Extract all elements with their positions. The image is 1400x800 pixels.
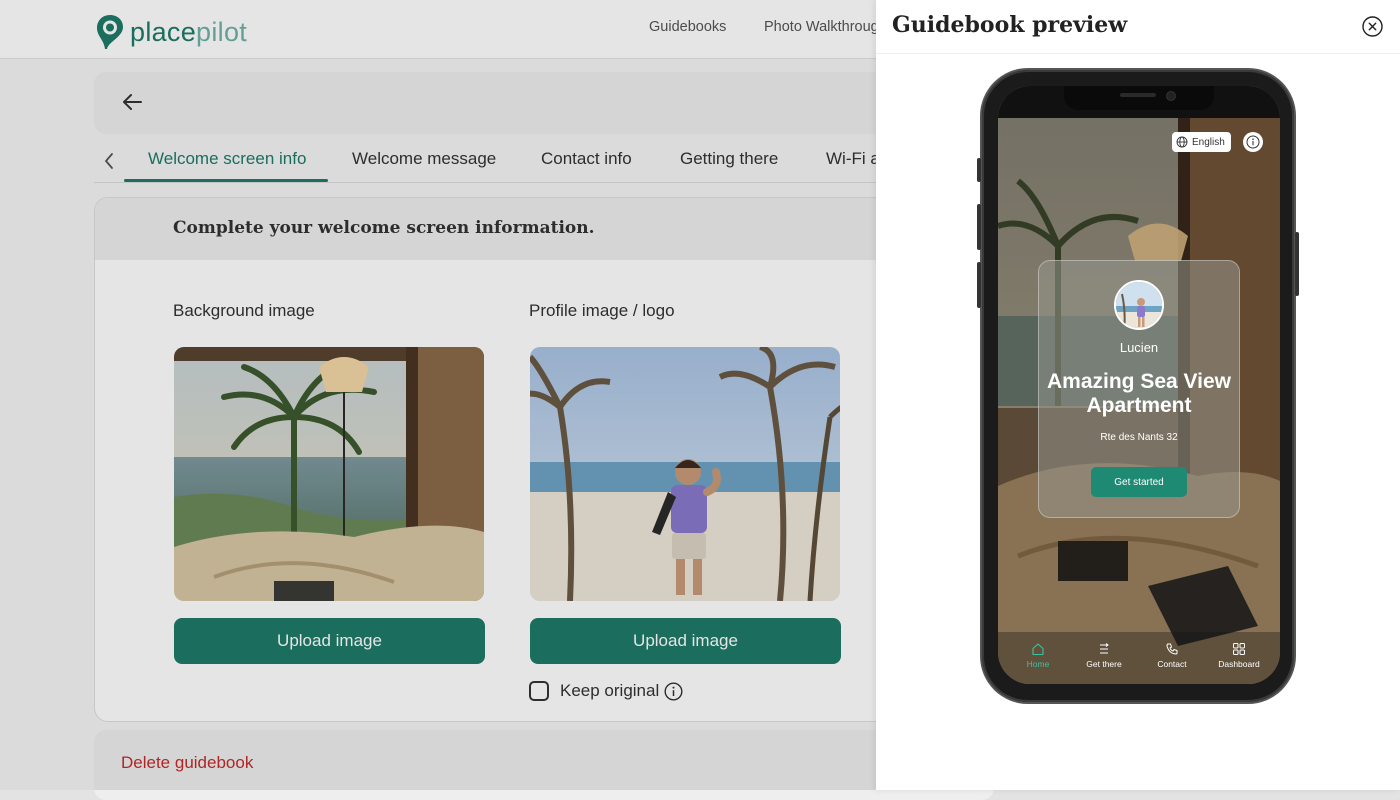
host-avatar-image bbox=[1116, 282, 1162, 328]
modal-backdrop[interactable] bbox=[0, 0, 876, 790]
language-label: English bbox=[1192, 136, 1225, 148]
phone-volume-down bbox=[977, 262, 981, 308]
nav-dashboard-label: Dashboard bbox=[1218, 659, 1260, 669]
speaker-grille bbox=[1120, 93, 1156, 97]
phone-mute-switch bbox=[977, 158, 981, 182]
nav-home[interactable]: Home bbox=[1008, 642, 1068, 669]
host-avatar bbox=[1114, 280, 1164, 330]
globe-icon bbox=[1176, 136, 1188, 148]
phone-volume-up bbox=[977, 204, 981, 250]
language-selector[interactable]: English bbox=[1172, 132, 1231, 152]
drawer-title: Guidebook preview bbox=[892, 12, 1128, 38]
preview-info-button[interactable] bbox=[1243, 132, 1263, 152]
grid-icon bbox=[1233, 643, 1245, 655]
welcome-card: Lucien Amazing Sea View Apartment Rte de… bbox=[1038, 260, 1240, 518]
nav-contact[interactable]: Contact bbox=[1142, 642, 1202, 669]
get-started-button[interactable]: Get started bbox=[1091, 467, 1187, 497]
phone-notch bbox=[1064, 86, 1214, 110]
front-camera bbox=[1166, 91, 1176, 101]
property-title: Amazing Sea View Apartment bbox=[1046, 370, 1232, 417]
directions-icon bbox=[1100, 643, 1109, 654]
phone-mockup: English Lucien Amazing Sea View Apartmen… bbox=[977, 70, 1299, 702]
phone-icon bbox=[1166, 643, 1178, 655]
phone-power-button bbox=[1295, 232, 1299, 296]
nav-dashboard[interactable]: Dashboard bbox=[1209, 642, 1269, 669]
guidebook-preview-drawer: Guidebook preview English Lucien Amazing… bbox=[876, 0, 1400, 790]
phone-screen: English Lucien Amazing Sea View Apartmen… bbox=[998, 86, 1280, 684]
property-address: Rte des Nants 32 bbox=[1100, 432, 1178, 443]
preview-bottom-nav: Home Get there Contact Dashboard bbox=[998, 632, 1280, 684]
nav-get-there[interactable]: Get there bbox=[1074, 642, 1134, 669]
home-icon bbox=[1032, 643, 1044, 656]
status-bar bbox=[998, 86, 1280, 118]
close-icon[interactable] bbox=[1362, 16, 1383, 37]
nav-get-there-label: Get there bbox=[1086, 659, 1122, 669]
host-name: Lucien bbox=[1119, 340, 1159, 355]
drawer-header: Guidebook preview bbox=[876, 0, 1400, 54]
nav-home-label: Home bbox=[1026, 659, 1050, 669]
nav-contact-label: Contact bbox=[1157, 659, 1187, 669]
info-icon bbox=[1246, 135, 1260, 149]
